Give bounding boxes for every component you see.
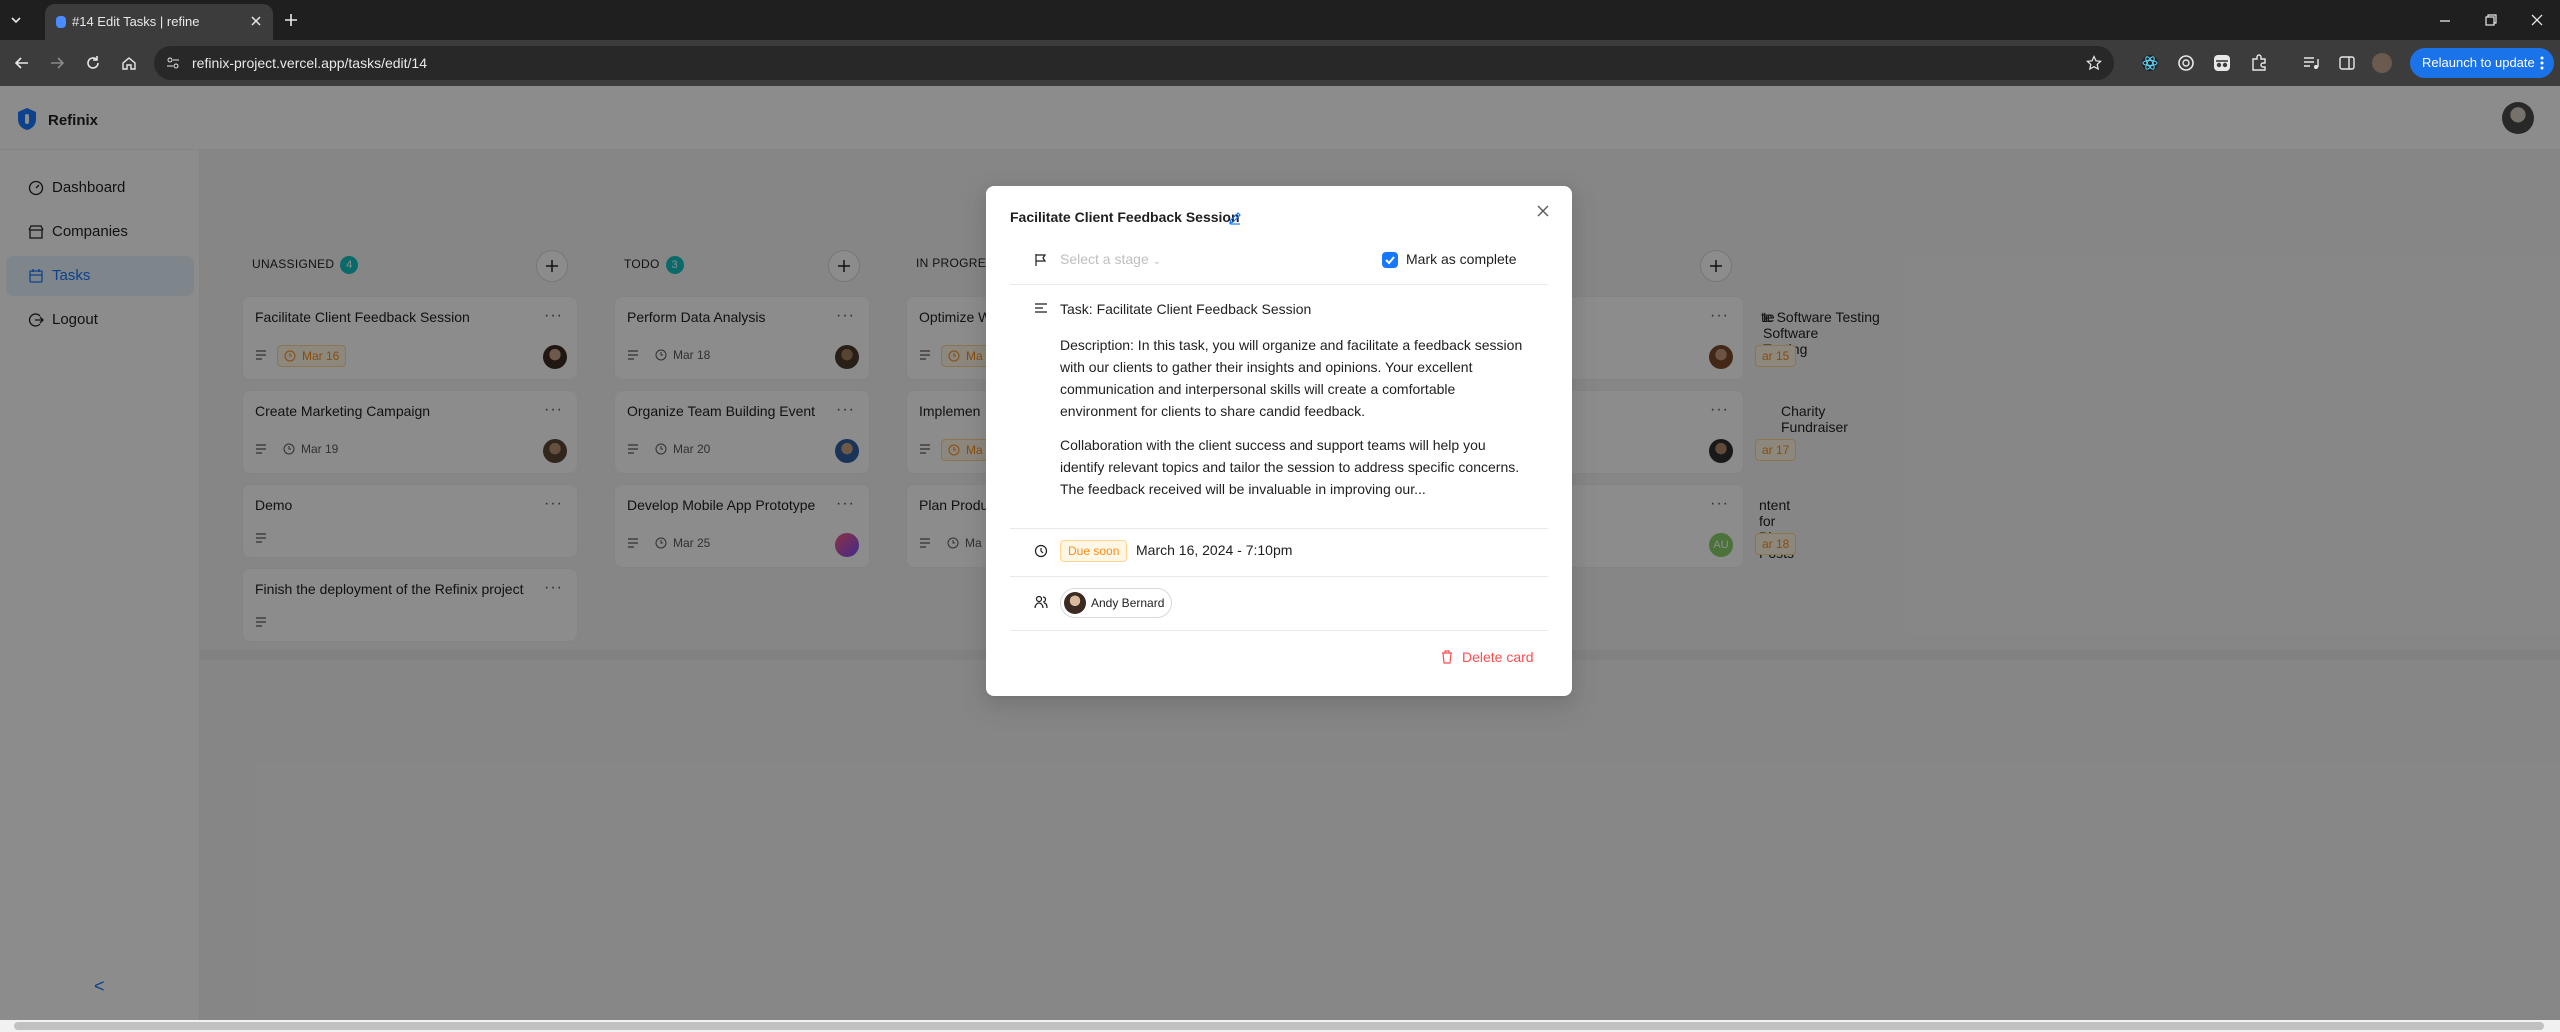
openai-extension-icon[interactable] [2177, 54, 2195, 72]
divider [1010, 528, 1548, 529]
modal-close-icon[interactable] [1536, 204, 1550, 218]
restore-icon[interactable] [2484, 13, 2498, 27]
reload-icon[interactable] [85, 55, 101, 71]
media-controls-icon[interactable] [2302, 54, 2320, 72]
react-devtools-icon[interactable] [2141, 54, 2159, 72]
new-tab-icon[interactable] [284, 13, 298, 27]
kebab-menu-icon[interactable] [2540, 56, 2544, 70]
divider [1010, 576, 1548, 577]
back-icon[interactable] [14, 55, 30, 71]
browser-tab-bar: #14 Edit Tasks | refine [0, 0, 2560, 40]
assignee-name: Andy Bernard [1091, 596, 1165, 610]
due-soon-tag: Due soon [1060, 540, 1128, 562]
profile-avatar-icon[interactable] [2372, 53, 2392, 73]
description-paragraph-1: Description: In this task, you will orga… [1060, 337, 1523, 419]
url-text: refinix-project.vercel.app/tasks/edit/14 [192, 55, 427, 71]
tab-title: #14 Edit Tasks | refine [72, 14, 200, 29]
relaunch-label: Relaunch to update [2422, 55, 2535, 70]
mark-complete-checkbox[interactable] [1382, 252, 1398, 268]
address-bar[interactable]: refinix-project.vercel.app/tasks/edit/14 [154, 46, 2114, 80]
stage-select[interactable]: Select a stage ⌄ [1060, 251, 1161, 267]
description-paragraph-2: Collaboration with the client success an… [1060, 437, 1520, 497]
side-panel-icon[interactable] [2338, 54, 2356, 72]
stage-placeholder: Select a stage [1060, 251, 1149, 267]
bookmark-star-icon[interactable] [2086, 55, 2102, 71]
chevron-down-icon: ⌄ [1152, 256, 1162, 267]
relaunch-button[interactable]: Relaunch to update [2410, 48, 2554, 78]
avatar [1064, 592, 1086, 614]
tab-favicon-icon [55, 15, 67, 29]
minimize-icon[interactable] [2438, 14, 2452, 28]
incognito-extension-icon[interactable] [2213, 54, 2231, 72]
edit-title-pencil-icon[interactable] [1228, 211, 1242, 225]
edit-task-modal: Facilitate Client Feedback Session Selec… [986, 186, 1572, 696]
users-icon [1034, 595, 1048, 609]
flag-icon [1034, 253, 1048, 267]
tab-close-icon[interactable] [250, 15, 262, 27]
modal-title: Facilitate Client Feedback Session [1010, 209, 1240, 225]
extensions-puzzle-icon[interactable] [2250, 54, 2268, 72]
site-info-icon[interactable] [166, 56, 180, 70]
checkmark-icon [1385, 256, 1395, 265]
mark-complete-label[interactable]: Mark as complete [1406, 251, 1516, 267]
due-date-value[interactable]: March 16, 2024 - 7:10pm [1136, 542, 1292, 558]
scrollbar-thumb[interactable] [14, 1022, 2544, 1030]
description-task-line: Task: Facilitate Client Feedback Session [1060, 301, 1312, 317]
window-close-icon[interactable] [2530, 13, 2544, 27]
forward-icon[interactable] [49, 55, 65, 71]
divider [1010, 630, 1548, 631]
page-horizontal-scrollbar[interactable] [0, 1020, 2560, 1032]
browser-tab[interactable]: #14 Edit Tasks | refine [45, 4, 273, 40]
align-left-icon [1034, 303, 1048, 315]
clock-icon [1034, 544, 1048, 558]
browser-toolbar: refinix-project.vercel.app/tasks/edit/14… [0, 40, 2560, 86]
trash-icon [1442, 650, 1452, 664]
home-icon[interactable] [121, 55, 137, 71]
delete-card-label: Delete card [1462, 649, 1534, 665]
tab-search-icon[interactable] [8, 12, 24, 28]
divider [1010, 284, 1548, 285]
assignee-chip[interactable]: Andy Bernard [1060, 588, 1172, 618]
